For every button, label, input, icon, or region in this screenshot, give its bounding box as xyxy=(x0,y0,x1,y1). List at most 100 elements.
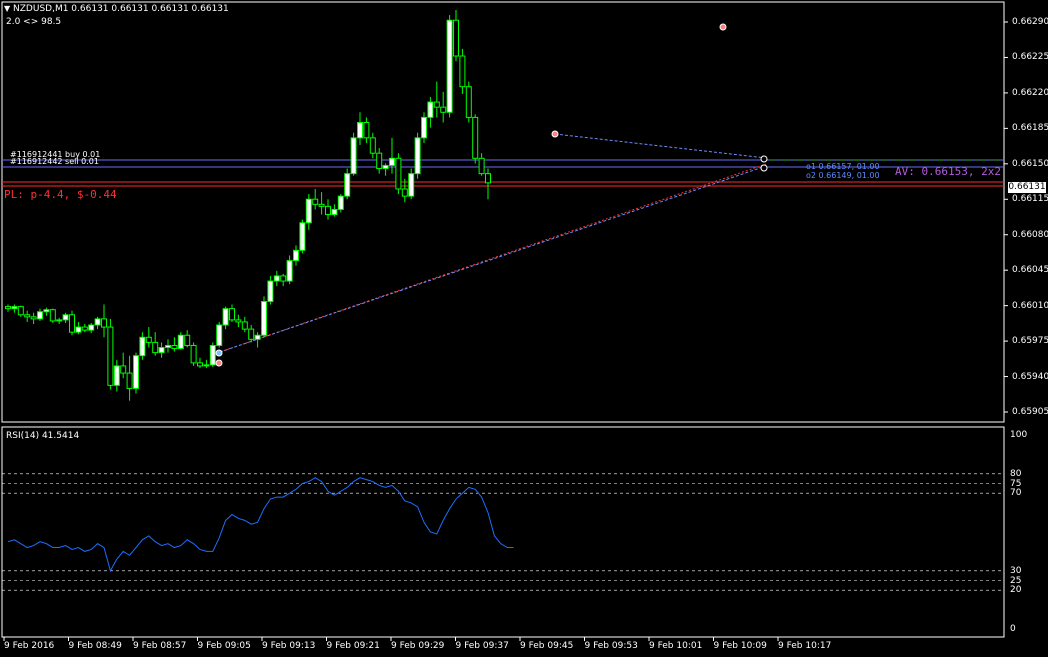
candle-body xyxy=(165,344,171,349)
time-tick-label: 9 Feb 10:09 xyxy=(713,641,767,651)
candle-body xyxy=(376,152,383,170)
candle-body xyxy=(43,309,50,313)
candle-body xyxy=(30,316,37,320)
price-tick-label: 0.66185 xyxy=(1012,123,1048,134)
candle-body xyxy=(101,318,107,328)
price-tick-label: 0.66045 xyxy=(1012,265,1048,276)
candle-body xyxy=(37,311,43,320)
candle-body xyxy=(235,319,242,323)
rsi-line xyxy=(7,477,514,573)
marker-icon xyxy=(719,23,727,31)
average-price-label: AV: 0.66153, 2x2 xyxy=(895,165,1001,178)
candle-body xyxy=(229,308,235,321)
candle-body xyxy=(209,344,216,366)
candle-body xyxy=(421,116,427,139)
indicator-range-line: 2.0 <> 98.5 xyxy=(6,17,62,27)
candle-body xyxy=(107,326,114,386)
candle-body xyxy=(75,326,82,333)
price-tick-label: 0.66225 xyxy=(1012,52,1048,63)
price-tick-label: 0.66010 xyxy=(1012,300,1048,311)
candle-body xyxy=(369,137,376,154)
candle-body xyxy=(17,306,24,316)
time-tick-label: 9 Feb 09:53 xyxy=(584,641,638,651)
pl-label: PL: p-4.4, $-0.44 xyxy=(4,188,117,201)
candle-body xyxy=(81,326,88,331)
price-tick-label: 0.66080 xyxy=(1012,229,1048,240)
symbol-quote-line: NZDUSD,M1 0.66131 0.66131 0.66131 0.6613… xyxy=(13,4,229,14)
candle-body xyxy=(139,336,146,357)
candle-body xyxy=(465,86,472,118)
candle-body xyxy=(286,260,293,282)
rsi-tick-label: 0 xyxy=(1010,624,1016,634)
candle-body xyxy=(446,19,453,113)
candle-body xyxy=(113,365,120,386)
rsi-tick-label: 30 xyxy=(1010,565,1022,576)
candle-body xyxy=(273,275,280,282)
current-price-tag: 0.66131 xyxy=(1008,182,1046,193)
main-panel-frame xyxy=(1,1,1005,423)
candle-body xyxy=(133,355,139,389)
candle-body xyxy=(56,319,63,322)
price-tick-label: 0.65905 xyxy=(1012,407,1048,417)
candle-body xyxy=(299,222,306,251)
rsi-tick-label: 80 xyxy=(1010,468,1022,479)
trendline-blue-lower xyxy=(219,165,767,353)
candle-body xyxy=(414,137,421,175)
candle-body xyxy=(472,116,479,159)
candle-body xyxy=(440,106,447,113)
candle-body xyxy=(267,280,274,302)
candle-body xyxy=(344,173,351,197)
candle-body xyxy=(88,324,95,331)
price-tick-label: 0.65940 xyxy=(1012,371,1048,382)
marker-icon xyxy=(215,359,223,367)
price-tick-label: 0.66150 xyxy=(1012,158,1048,169)
marker-icon xyxy=(215,349,223,357)
marker-icon xyxy=(760,164,768,172)
candle-body xyxy=(280,275,287,282)
candle-body xyxy=(49,309,56,322)
marker-icon xyxy=(760,155,768,163)
candle-body xyxy=(94,318,101,326)
rsi-tick-label: 20 xyxy=(1010,585,1022,596)
time-tick-label: 9 Feb 09:05 xyxy=(197,641,251,651)
chart-header: ▼ NZDUSD,M1 0.66131 0.66131 0.66131 0.66… xyxy=(4,4,229,14)
candle-body xyxy=(248,328,255,340)
rsi-tick-label: 25 xyxy=(1010,575,1022,586)
chart-canvas[interactable] xyxy=(0,0,1048,657)
candle-body xyxy=(318,203,325,207)
time-tick-label: 9 Feb 2016 xyxy=(4,641,55,651)
candle-body xyxy=(24,314,31,318)
candle-body xyxy=(350,137,357,175)
candle-body xyxy=(203,364,210,367)
candle-body xyxy=(254,334,261,340)
candle-body xyxy=(478,157,485,175)
candle-body xyxy=(216,324,223,346)
candle-body xyxy=(433,101,440,108)
candle-body xyxy=(427,101,434,118)
time-tick-label: 9 Feb 10:17 xyxy=(778,641,832,651)
time-tick-label: 9 Feb 09:21 xyxy=(326,641,380,651)
candle-body xyxy=(171,344,178,350)
candle-body xyxy=(190,344,197,364)
price-tick-label: 0.66115 xyxy=(1012,194,1048,205)
candle-body xyxy=(184,334,191,346)
time-tick-label: 9 Feb 09:37 xyxy=(455,641,509,651)
candle-body xyxy=(459,55,466,88)
marker-icon xyxy=(551,130,559,138)
candle-body xyxy=(312,198,319,205)
candle-body xyxy=(337,195,344,210)
order2-label: o2 0.66149, 01.00 xyxy=(806,171,880,180)
time-tick-label: 9 Feb 09:45 xyxy=(520,641,574,651)
candle-body xyxy=(5,306,11,310)
rsi-tick-label: 75 xyxy=(1010,478,1022,489)
candle-body xyxy=(11,306,18,310)
sell-order-label[interactable]: #116912442 sell 0.01 xyxy=(10,157,99,166)
time-tick-label: 9 Feb 09:13 xyxy=(262,641,316,651)
price-tick-label: 0.66290 xyxy=(1012,17,1048,27)
dropdown-triangle-icon[interactable]: ▼ xyxy=(4,4,10,13)
price-tick-label: 0.65975 xyxy=(1012,336,1048,347)
candle-body xyxy=(485,173,491,184)
candle-body xyxy=(357,122,363,139)
candle-body xyxy=(389,157,395,166)
candle-body xyxy=(325,205,331,216)
